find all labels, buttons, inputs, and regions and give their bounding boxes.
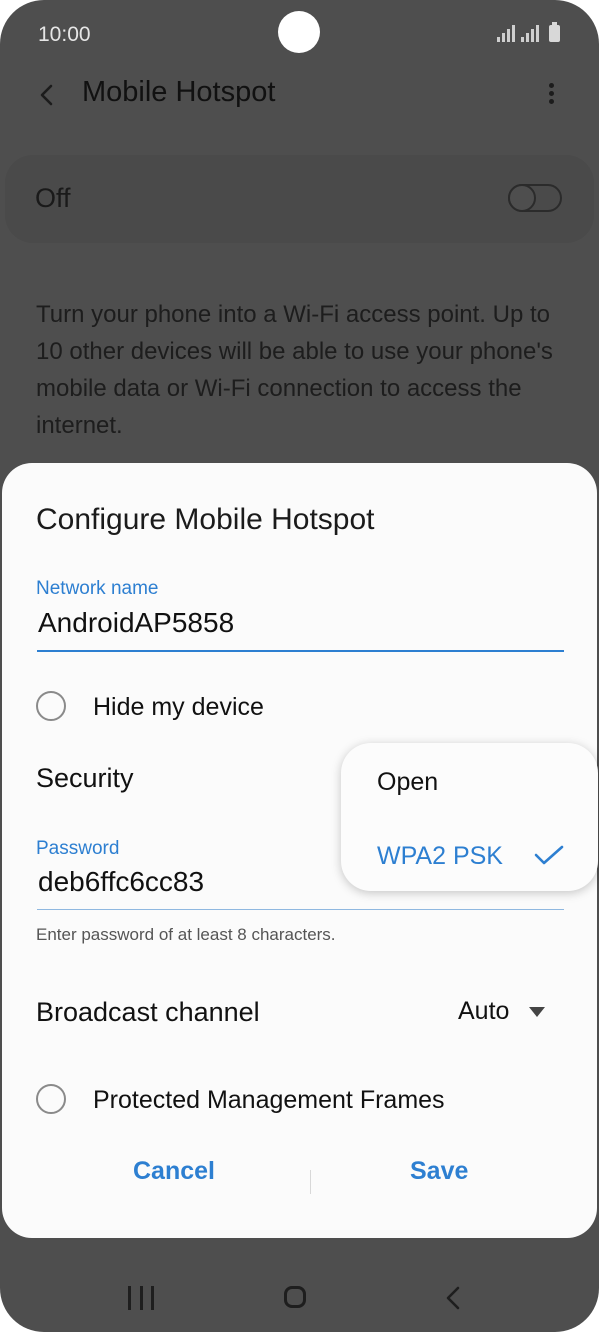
hide-device-label[interactable]: Hide my device <box>93 693 264 722</box>
hide-device-radio[interactable] <box>36 691 66 721</box>
button-divider <box>310 1170 311 1194</box>
home-icon[interactable] <box>284 1286 306 1308</box>
more-vert-icon[interactable] <box>540 80 562 110</box>
status-icons <box>497 22 560 42</box>
check-icon <box>534 845 564 865</box>
network-name-underline <box>37 650 564 652</box>
broadcast-channel-select[interactable]: Auto <box>458 997 509 1026</box>
hotspot-toggle-label: Off <box>35 183 71 213</box>
security-dropdown-menu: Open WPA2 PSK <box>341 743 598 891</box>
phone-screen: 10:00 Mobile Hotspot Off Turn your phone… <box>0 0 599 1332</box>
save-button[interactable]: Save <box>410 1157 468 1186</box>
navigation-bar <box>0 1270 599 1332</box>
back-arrow-icon[interactable] <box>32 80 62 110</box>
switch-knob <box>508 184 536 212</box>
network-name-label: Network name <box>36 578 159 599</box>
status-time: 10:00 <box>38 23 91 46</box>
camera-cutout <box>278 11 320 53</box>
hotspot-toggle-row[interactable]: Off <box>5 155 594 243</box>
hotspot-switch[interactable] <box>508 184 562 212</box>
battery-icon <box>549 22 560 42</box>
back-icon[interactable] <box>443 1285 463 1311</box>
app-bar: Mobile Hotspot <box>0 70 599 120</box>
security-label: Security <box>36 763 134 793</box>
password-label: Password <box>36 838 120 859</box>
dropdown-caret-icon[interactable] <box>529 1007 545 1017</box>
page-title: Mobile Hotspot <box>82 76 276 108</box>
pmf-label[interactable]: Protected Management Frames <box>93 1086 445 1115</box>
cancel-button[interactable]: Cancel <box>133 1157 215 1186</box>
hotspot-description: Turn your phone into a Wi-Fi access poin… <box>36 301 553 439</box>
broadcast-channel-label: Broadcast channel <box>36 997 260 1027</box>
recents-icon[interactable] <box>128 1286 154 1310</box>
pmf-radio[interactable] <box>36 1084 66 1114</box>
dialog-title: Configure Mobile Hotspot <box>36 503 375 536</box>
password-hint: Enter password of at least 8 characters. <box>36 925 336 944</box>
signal-icon <box>497 24 515 42</box>
network-name-field[interactable]: AndroidAP5858 <box>38 607 234 639</box>
password-underline <box>37 909 564 910</box>
password-field[interactable]: deb6ffc6cc83 <box>38 866 204 898</box>
security-option-wpa2-psk[interactable]: WPA2 PSK <box>377 842 503 871</box>
signal-icon <box>521 24 539 42</box>
security-option-open[interactable]: Open <box>377 768 438 797</box>
